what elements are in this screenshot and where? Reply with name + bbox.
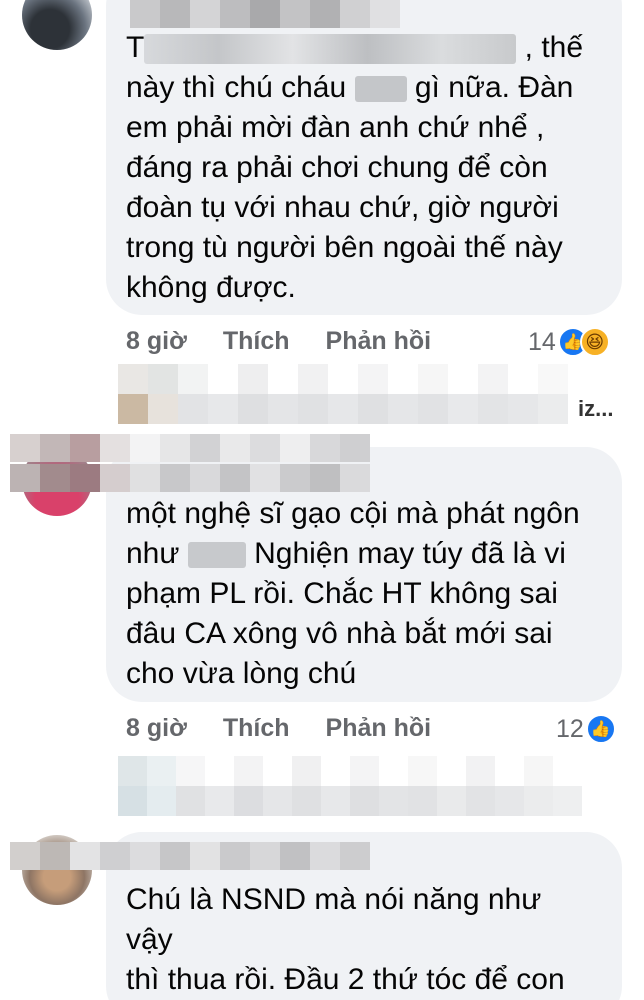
commenter-name-redacted[interactable] [130, 0, 400, 28]
commenter-name-redacted[interactable] [10, 434, 370, 462]
reaction-count: 12 [556, 714, 584, 743]
like-icon: 👍 [585, 714, 616, 744]
comment-text-rest: phạm PL rồi. Chắc HT không sai đâu CA xô… [126, 577, 558, 690]
comment-text-prefix: T [126, 31, 145, 64]
comment-text-part: gì nữa. Đàn [414, 71, 574, 104]
reply-button[interactable]: Phản hồi [326, 327, 432, 356]
reaction-summary[interactable]: 12 👍 [556, 714, 616, 744]
comment-text-part: một nghệ sĩ gạo cội mà phát ngôn [126, 497, 580, 530]
redacted-text [144, 34, 517, 65]
comment-text: một nghệ sĩ gạo cội mà phát ngôn như Ngh… [126, 494, 596, 694]
reaction-summary[interactable]: 14 👍 😆 [528, 327, 610, 357]
commenter-avatar[interactable] [22, 0, 92, 50]
reaction-count: 14 [528, 327, 556, 356]
comment-time[interactable]: 8 giờ [126, 327, 187, 356]
reply-preview-redacted[interactable] [118, 756, 582, 818]
comment-text-part: như [126, 537, 180, 570]
commenter-name-redacted[interactable] [10, 842, 370, 870]
comment-time[interactable]: 8 giờ [126, 714, 187, 743]
comment-text-part: Nghiện may túy đã là vi [254, 537, 566, 570]
comment-actions: 8 giờ Thích Phản hồi [126, 327, 467, 356]
haha-icon: 😆 [579, 327, 610, 357]
comment-text-part: này thì chú cháu [126, 71, 347, 104]
redacted-text [187, 542, 246, 569]
comment-text: T , thế này thì chú cháu gì nữa. Đàn em … [126, 28, 596, 308]
comment-text-rest: em phải mời đàn anh chứ nhể , đáng ra ph… [126, 111, 563, 304]
like-button[interactable]: Thích [223, 714, 290, 743]
reply-preview-redacted[interactable] [118, 364, 582, 426]
comment-text: Chú là NSND mà nói năng như vậy thì thua… [126, 883, 565, 996]
like-button[interactable]: Thích [223, 327, 290, 356]
reply-preview-suffix: iz... [578, 396, 614, 421]
comment-text-suffix: , thế [524, 31, 584, 64]
reply-button[interactable]: Phản hồi [326, 714, 432, 743]
commenter-name-redacted [10, 464, 370, 492]
redacted-text [354, 76, 407, 103]
comment-actions: 8 giờ Thích Phản hồi [126, 714, 467, 743]
